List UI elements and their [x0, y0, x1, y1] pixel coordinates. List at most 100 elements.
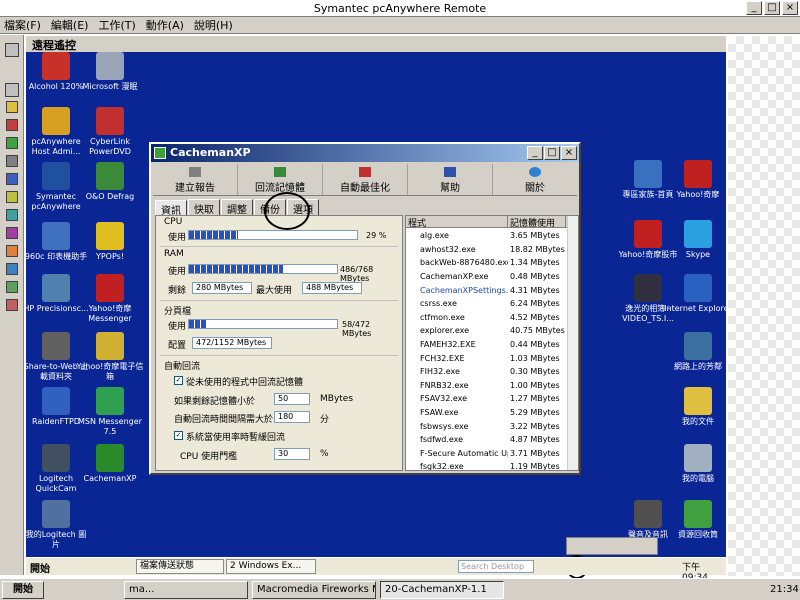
local-task-redacted[interactable]: ma...	[124, 581, 248, 599]
app-icon	[42, 222, 70, 250]
process-row[interactable]: FAMEH32.EXE 0.44 MBytes	[406, 338, 567, 352]
cacheman-title-bar[interactable]: CachemanXP _ □ ×	[151, 144, 579, 162]
process-row[interactable]: ctfmon.exe 4.52 MBytes	[406, 311, 567, 325]
desktop-icon[interactable]: Yahoo!奇摩	[664, 160, 726, 200]
col-memory[interactable]: 記憶體使用	[508, 216, 566, 229]
app-icon	[42, 332, 70, 360]
desktop-icon[interactable]: CyberLink PowerDVD	[76, 107, 144, 157]
process-row[interactable]: FSAV32.exe 1.27 MBytes	[406, 392, 567, 406]
tool-icon[interactable]	[6, 227, 18, 239]
app-icon	[96, 332, 124, 360]
tool-icon[interactable]	[6, 173, 18, 185]
tool-icon[interactable]	[6, 209, 18, 221]
menu-edit[interactable]: 編輯(E)	[51, 17, 89, 33]
auto-recover-unused-checkbox[interactable]: ✓	[174, 376, 183, 385]
desktop-icon[interactable]: 我的Logitech 圖片	[26, 500, 90, 550]
process-row[interactable]: FNRB32.exe 1.00 MBytes	[406, 379, 567, 393]
process-row[interactable]: awhost32.exe 18.82 MBytes	[406, 243, 567, 257]
tool-icon[interactable]	[6, 137, 18, 149]
process-row[interactable]: FIH32.exe 0.30 MBytes	[406, 365, 567, 379]
desktop-search-input[interactable]: Search Desktop	[458, 560, 534, 573]
app-icon	[684, 220, 712, 248]
process-memory: 18.82 MBytes	[510, 244, 565, 254]
help-toolbar-button[interactable]: 幫助	[408, 164, 493, 195]
process-row[interactable]: FCH32.EXE 1.03 MBytes	[406, 351, 567, 365]
desktop-icon[interactable]: Internet Explorer	[664, 274, 726, 314]
remote-task-explorer[interactable]: 2 Windows Ex...	[226, 559, 316, 574]
recover-interval-input[interactable]: 180	[274, 411, 310, 423]
desktop-icon[interactable]: 我的電腦	[664, 444, 726, 484]
desktop-icon[interactable]: Yahoo!奇摩 Messenger	[76, 274, 144, 324]
process-memory: 6.24 MBytes	[510, 299, 560, 309]
process-row[interactable]: alg.exe 3.65 MBytes	[406, 229, 567, 243]
desktop-icon[interactable]: YPOPs!	[76, 222, 144, 262]
recover-memory-button[interactable]: 回流記憶體	[238, 164, 323, 195]
local-task-fireworks[interactable]: Macromedia Fireworks M...	[252, 581, 376, 599]
process-memory: 4.87 MBytes	[510, 435, 560, 445]
remote-task-transfer[interactable]: 檔案傳送狀態	[136, 559, 224, 574]
tool-icon[interactable]	[6, 191, 18, 203]
menu-help[interactable]: 說明(H)	[194, 17, 233, 33]
process-row[interactable]: fsdfwd.exe 4.87 MBytes	[406, 433, 567, 447]
process-row[interactable]: FSAW.exe 5.29 MBytes	[406, 406, 567, 420]
menu-task[interactable]: 工作(T)	[98, 17, 135, 33]
process-row[interactable]: CachemanXPSettings.exe4.31 MBytes	[406, 283, 567, 297]
tool-icon[interactable]	[6, 299, 18, 311]
cacheman-app-icon	[154, 147, 166, 159]
desktop-icon[interactable]: CachemanXP	[76, 444, 144, 484]
desktop-icon-label: Yahoo!奇摩電子信箱	[76, 362, 144, 381]
col-program[interactable]: 程式	[406, 216, 508, 229]
divider	[160, 355, 398, 356]
minimize-button[interactable]: _	[746, 1, 762, 15]
process-row[interactable]: fsbwsys.exe 3.22 MBytes	[406, 419, 567, 433]
menu-action[interactable]: 動作(A)	[146, 17, 184, 33]
tool-icon[interactable]	[6, 263, 18, 275]
desktop-icon[interactable]: Microsoft 漫眠	[76, 52, 144, 92]
tool-icon[interactable]	[6, 119, 18, 131]
app-icon	[42, 387, 70, 415]
process-row[interactable]: F-Secure Automatic Updat3.71 MBytes	[406, 447, 567, 461]
process-memory: 1.03 MBytes	[510, 353, 560, 363]
maximize-button[interactable]: □	[764, 1, 780, 15]
divider	[160, 300, 398, 301]
cpu-threshold-input[interactable]: 30	[274, 448, 310, 460]
cacheman-close-button[interactable]: ×	[561, 146, 577, 160]
desktop-icon[interactable]: Skype	[664, 220, 726, 260]
process-row[interactable]: CachemanXP.exe 0.48 MBytes	[406, 270, 567, 284]
process-list-scrollbar[interactable]	[567, 216, 578, 470]
desktop-icon[interactable]: 網路上的芳鄰	[664, 332, 726, 372]
tool-icon[interactable]	[6, 245, 18, 257]
desktop-icon[interactable]: O&O Defrag	[76, 162, 144, 202]
process-row[interactable]: explorer.exe 40.75 MBytes	[406, 324, 567, 338]
tool-icon[interactable]	[6, 101, 18, 113]
pagefile-usage-bar	[188, 319, 338, 329]
auto-optimize-button[interactable]: 自動最佳化	[323, 164, 408, 195]
process-list[interactable]: 程式 記憶體使用 alg.exe 3.65 MBytes awhost32.exe 1…	[405, 215, 579, 471]
desktop-icon[interactable]: 資源回收筒	[664, 500, 726, 540]
desktop-icon[interactable]: MSN Messenger 7.5	[76, 387, 144, 437]
desktop-icon[interactable]: 我的文件	[664, 387, 726, 427]
desktop-icon[interactable]: Yahoo!奇摩電子信箱	[76, 332, 144, 382]
cacheman-maximize-button[interactable]: □	[544, 146, 560, 160]
floating-toolbar[interactable]	[566, 537, 658, 555]
expand-sidebar-button[interactable]	[5, 43, 19, 57]
process-row[interactable]: fsgk32.exe 1.19 MBytes	[406, 460, 567, 470]
local-task-folder[interactable]: 20-CachemanXP-1.1	[380, 581, 504, 599]
process-memory: 3.65 MBytes	[510, 231, 560, 241]
about-button[interactable]: 關於	[493, 164, 577, 195]
process-row[interactable]: backWeb-8876480.exe 1.34 MBytes	[406, 256, 567, 270]
tool-icon[interactable]	[6, 155, 18, 167]
remote-desktop[interactable]: Alcohol 120% Microsoft 漫眠 pcAnywhere Host …	[26, 52, 726, 557]
menu-file[interactable]: 檔案(F)	[4, 17, 41, 33]
app-icon	[42, 52, 70, 80]
tool-icon[interactable]	[6, 281, 18, 293]
close-button[interactable]: ×	[782, 1, 798, 15]
pause-on-busy-checkbox[interactable]: ✓	[174, 431, 183, 440]
remote-start-button[interactable]: 開始	[30, 560, 50, 575]
free-memory-threshold-input[interactable]: 50	[274, 393, 310, 405]
local-start-button[interactable]: 開始	[2, 581, 44, 599]
cacheman-minimize-button[interactable]: _	[527, 146, 543, 160]
help-button[interactable]	[5, 83, 19, 97]
process-row[interactable]: csrss.exe 6.24 MBytes	[406, 297, 567, 311]
create-report-button[interactable]: 建立報告	[153, 164, 238, 195]
